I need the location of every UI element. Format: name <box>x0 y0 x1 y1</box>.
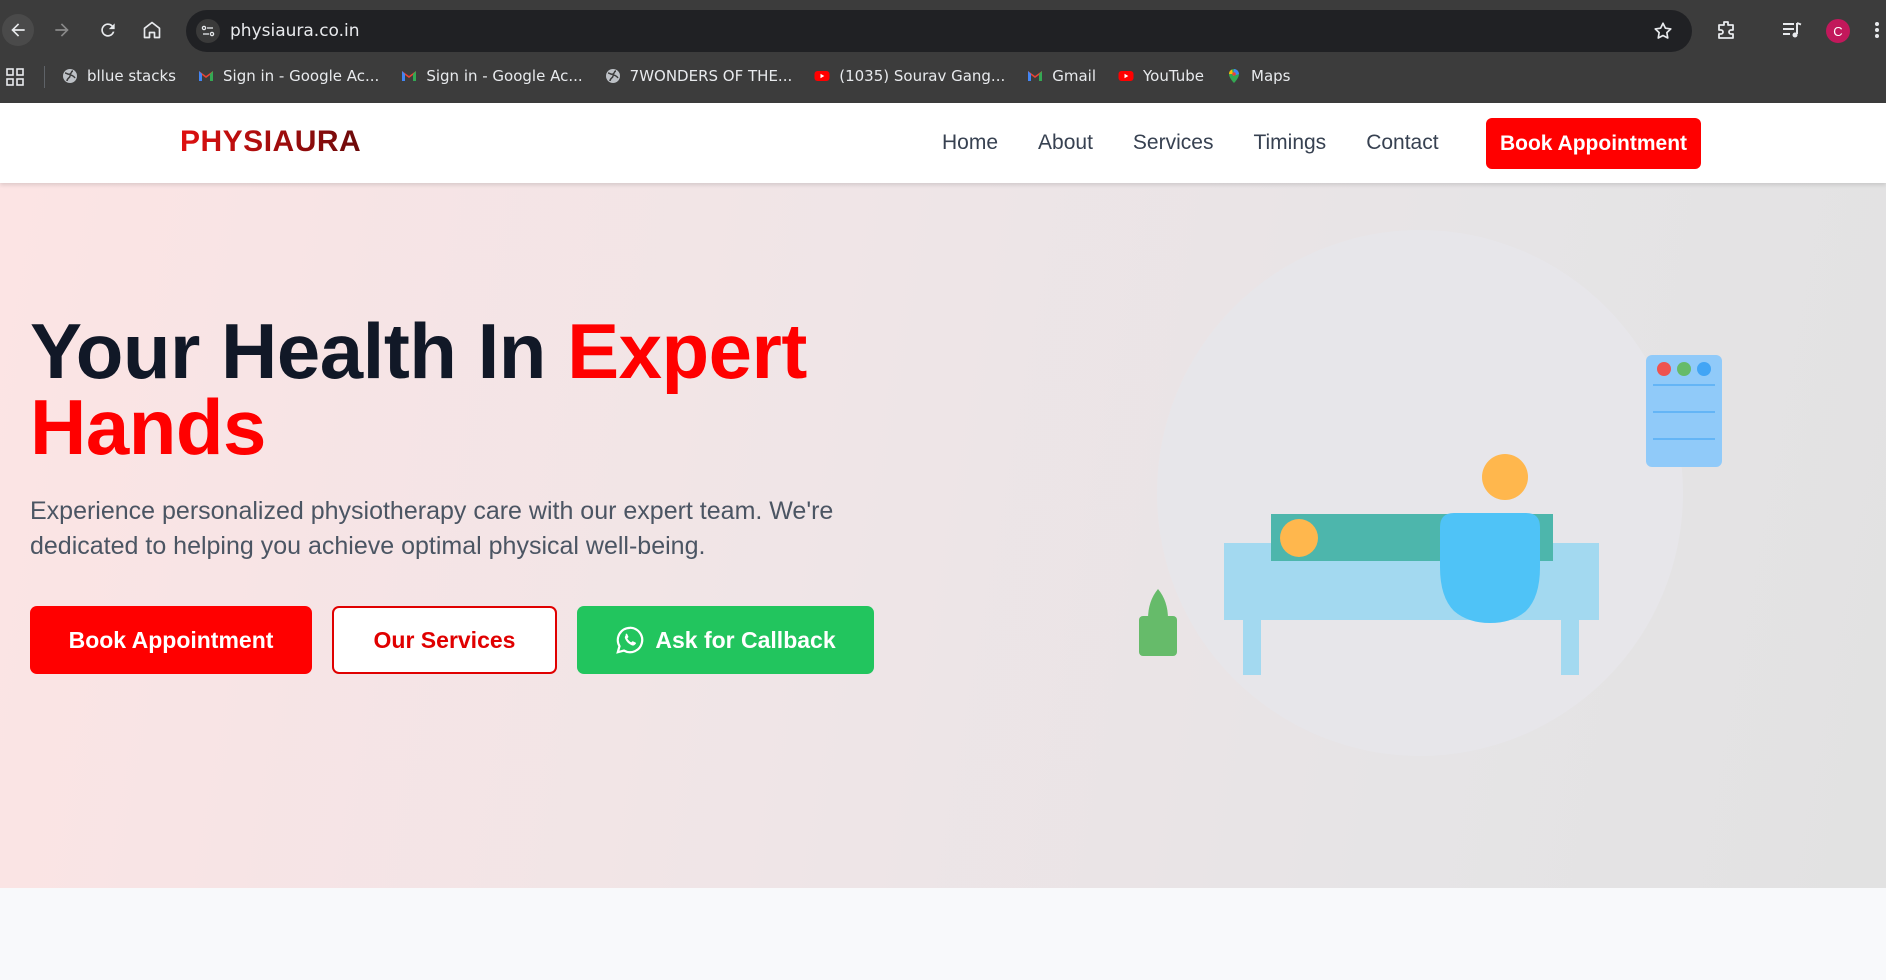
plant-pot <box>1139 616 1177 656</box>
bookmark-label: Maps <box>1251 67 1291 85</box>
patient-head <box>1280 519 1318 557</box>
header-book-appointment-button[interactable]: Book Appointment <box>1486 118 1701 169</box>
arrow-right-icon <box>55 23 69 37</box>
media-control-icon[interactable] <box>1780 18 1804 42</box>
extensions-icon[interactable] <box>1714 18 1738 42</box>
bookmark-item[interactable]: YouTube <box>1118 64 1204 88</box>
therapist-head <box>1482 454 1528 500</box>
bookmark-item[interactable]: (1035) Sourav Gang... <box>814 64 1005 88</box>
callback-label: Ask for Callback <box>655 626 836 653</box>
bookmark-label: bllue stacks <box>87 67 176 85</box>
book-appointment-button[interactable]: Book Appointment <box>30 606 312 674</box>
site-info-icon[interactable] <box>196 19 220 43</box>
youtube-icon <box>814 71 830 81</box>
arrow-left-icon <box>11 23 25 37</box>
nav-link-timings[interactable]: Timings <box>1253 131 1326 155</box>
chart-dot-blue <box>1697 362 1711 376</box>
main-nav: Home About Services Timings Contact <box>942 131 1479 155</box>
bookmarks-bar: bllue stacks Sign in - Google Ac... Sign… <box>62 64 1313 88</box>
gmail-icon <box>402 71 417 81</box>
therapist-body <box>1440 513 1540 623</box>
bookmark-item[interactable]: Maps <box>1226 64 1291 88</box>
chart-dot-green <box>1677 362 1691 376</box>
bookmark-item[interactable]: bllue stacks <box>62 64 176 88</box>
plant-leaf <box>1148 589 1168 619</box>
headline-text: Your Health In <box>30 307 568 395</box>
profile-avatar[interactable]: C <box>1826 19 1850 43</box>
home-button[interactable] <box>136 14 168 46</box>
physiotherapy-illustration <box>1139 230 1722 756</box>
bookmark-label: Sign in - Google Ac... <box>426 67 583 85</box>
url-text[interactable]: physiaura.co.in <box>230 21 360 41</box>
site-logo[interactable]: PHYSIAURA <box>180 125 361 159</box>
browser-chrome: physiaura.co.in C bllue stacks Sign in -… <box>0 0 1886 103</box>
hero-headline: Your Health In Expert Hands <box>30 312 910 466</box>
hero-subtext: Experience personalized physiotherapy ca… <box>30 497 834 560</box>
our-services-button[interactable]: Our Services <box>332 606 557 674</box>
therapy-table-leg <box>1243 620 1261 675</box>
forward-button[interactable] <box>46 14 78 46</box>
youtube-icon <box>1118 71 1134 81</box>
bookmark-label: YouTube <box>1143 67 1205 85</box>
gmail-icon <box>1028 71 1043 81</box>
chart-dot-red <box>1657 362 1671 376</box>
hero-section: Your Health In Expert Hands Experience p… <box>0 183 1886 888</box>
nav-link-contact[interactable]: Contact <box>1366 131 1438 155</box>
nav-link-home[interactable]: Home <box>942 131 998 155</box>
bookmark-label: Gmail <box>1052 67 1097 85</box>
next-section <box>0 888 1886 980</box>
bookmark-item[interactable]: Sign in - Google Ac... <box>401 64 583 88</box>
globe-icon <box>605 69 620 83</box>
bookmark-item[interactable]: 7WONDERS OF THE... <box>605 64 793 88</box>
site-header: PHYSIAURA Home About Services Timings Co… <box>0 103 1886 183</box>
bookmark-label: 7WONDERS OF THE... <box>629 67 793 85</box>
illustration-backdrop-circle <box>1157 230 1683 756</box>
home-icon <box>143 21 161 39</box>
bookmarks-divider <box>44 66 45 88</box>
bookmark-label: (1035) Sourav Gang... <box>839 67 1006 85</box>
ask-for-callback-button[interactable]: Ask for Callback <box>577 606 874 674</box>
bookmark-label: Sign in - Google Ac... <box>223 67 380 85</box>
reload-button[interactable] <box>92 14 124 46</box>
bookmark-item[interactable]: Gmail <box>1027 64 1096 88</box>
nav-link-about[interactable]: About <box>1038 131 1093 155</box>
bookmark-item[interactable]: Sign in - Google Ac... <box>198 64 379 88</box>
nav-link-services[interactable]: Services <box>1133 131 1214 155</box>
reload-icon <box>101 23 115 37</box>
more-menu-icon[interactable] <box>1870 18 1884 42</box>
bookmark-star-icon[interactable] <box>1652 20 1674 42</box>
therapy-table-leg <box>1561 620 1579 675</box>
address-bar[interactable]: physiaura.co.in <box>186 10 1692 52</box>
gmail-icon <box>199 71 213 81</box>
maps-icon <box>1229 69 1240 83</box>
globe-icon <box>63 69 77 83</box>
whatsapp-icon <box>616 626 644 654</box>
apps-grid-icon[interactable] <box>6 68 24 86</box>
back-button[interactable] <box>2 14 34 46</box>
